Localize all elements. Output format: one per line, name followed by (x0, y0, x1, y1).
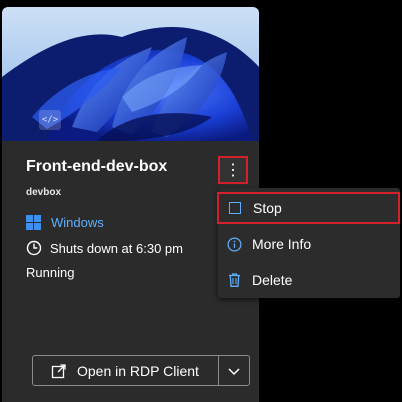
menu-item-label: More Info (252, 236, 312, 252)
clock-icon (26, 240, 42, 256)
windows-icon (26, 215, 41, 230)
menu-item-more-info[interactable]: More Info (218, 228, 400, 260)
devbox-title: Front-end-dev-box (26, 158, 168, 175)
shutdown-row: Shuts down at 6:30 pm (26, 240, 183, 256)
stop-icon (227, 200, 243, 216)
info-icon (226, 236, 242, 252)
trash-icon (226, 272, 242, 288)
status-row: Running (26, 265, 74, 280)
os-label[interactable]: Windows (51, 215, 104, 230)
devbox-subtitle: devbox (26, 187, 62, 198)
more-actions-button[interactable]: ⋮ (218, 156, 248, 184)
stage: </> Front-end-dev-box devbox Windows Shu… (0, 0, 402, 402)
open-external-icon (51, 363, 66, 378)
shutdown-label: Shuts down at 6:30 pm (50, 240, 183, 256)
status-label: Running (26, 265, 75, 280)
os-row[interactable]: Windows (26, 215, 104, 230)
open-rdp-split-button: Open in RDP Client (32, 355, 250, 386)
code-icon: </> (39, 110, 61, 130)
menu-item-label: Stop (253, 200, 282, 216)
menu-item-delete[interactable]: Delete (218, 264, 400, 296)
menu-item-stop[interactable]: Stop (217, 192, 400, 224)
kebab-icon: ⋮ (225, 162, 241, 179)
hero-image: </> (2, 7, 259, 141)
open-rdp-button[interactable]: Open in RDP Client (33, 356, 219, 385)
open-rdp-label: Open in RDP Client (77, 362, 199, 379)
actions-menu: Stop More Info Delete (217, 188, 400, 298)
chevron-down-icon (228, 367, 240, 375)
rdp-dropdown-button[interactable] (219, 356, 249, 385)
menu-item-label: Delete (252, 272, 293, 288)
